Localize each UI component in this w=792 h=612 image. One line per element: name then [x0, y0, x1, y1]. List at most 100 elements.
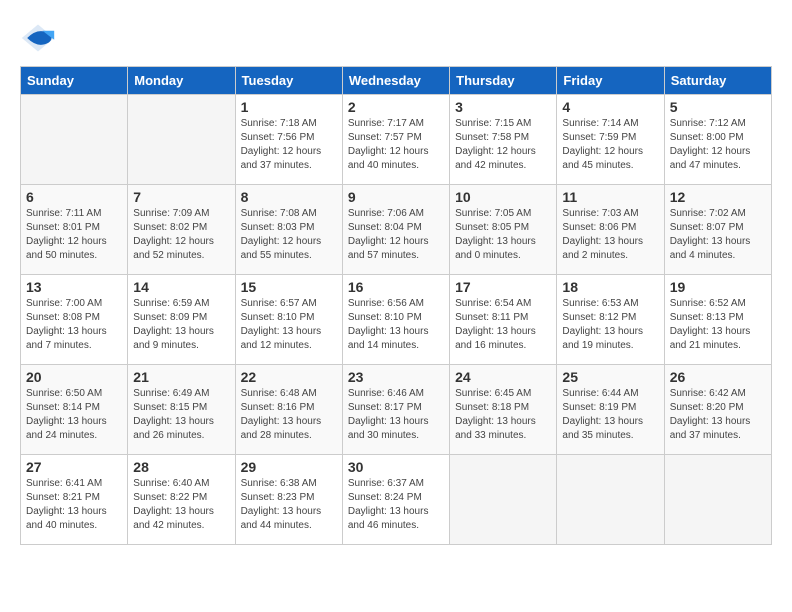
day-info: Sunrise: 7:08 AM Sunset: 8:03 PM Dayligh… [241, 207, 337, 263]
day-info: Sunrise: 7:14 AM Sunset: 7:59 PM Dayligh… [562, 117, 658, 173]
calendar-cell: 4 Sunrise: 7:14 AM Sunset: 7:59 PM Daylig… [557, 95, 664, 185]
day-info: Sunrise: 7:12 AM Sunset: 8:00 PM Dayligh… [670, 117, 766, 173]
calendar-cell: 23 Sunrise: 6:46 AM Sunset: 8:17 PM Dayli… [342, 365, 449, 455]
day-number: 2 [348, 99, 444, 115]
calendar-cell: 24 Sunrise: 6:45 AM Sunset: 8:18 PM Dayli… [450, 365, 557, 455]
weekday-header-monday: Monday [128, 67, 235, 95]
day-number: 27 [26, 459, 122, 475]
day-number: 28 [133, 459, 229, 475]
weekday-header-sunday: Sunday [21, 67, 128, 95]
day-number: 7 [133, 189, 229, 205]
day-number: 15 [241, 279, 337, 295]
day-info: Sunrise: 6:38 AM Sunset: 8:23 PM Dayligh… [241, 477, 337, 533]
day-number: 9 [348, 189, 444, 205]
calendar-cell: 3 Sunrise: 7:15 AM Sunset: 7:58 PM Daylig… [450, 95, 557, 185]
day-info: Sunrise: 6:40 AM Sunset: 8:22 PM Dayligh… [133, 477, 229, 533]
calendar-cell [21, 95, 128, 185]
day-info: Sunrise: 7:03 AM Sunset: 8:06 PM Dayligh… [562, 207, 658, 263]
day-number: 17 [455, 279, 551, 295]
calendar-cell: 28 Sunrise: 6:40 AM Sunset: 8:22 PM Dayli… [128, 455, 235, 545]
calendar-cell [450, 455, 557, 545]
day-info: Sunrise: 7:15 AM Sunset: 7:58 PM Dayligh… [455, 117, 551, 173]
day-number: 30 [348, 459, 444, 475]
calendar-cell: 13 Sunrise: 7:00 AM Sunset: 8:08 PM Dayli… [21, 275, 128, 365]
calendar-cell: 20 Sunrise: 6:50 AM Sunset: 8:14 PM Dayli… [21, 365, 128, 455]
calendar-cell: 2 Sunrise: 7:17 AM Sunset: 7:57 PM Daylig… [342, 95, 449, 185]
calendar-cell: 26 Sunrise: 6:42 AM Sunset: 8:20 PM Dayli… [664, 365, 771, 455]
logo-icon [20, 20, 56, 56]
calendar-cell: 16 Sunrise: 6:56 AM Sunset: 8:10 PM Dayli… [342, 275, 449, 365]
calendar-week-row: 20 Sunrise: 6:50 AM Sunset: 8:14 PM Dayli… [21, 365, 772, 455]
calendar-cell: 18 Sunrise: 6:53 AM Sunset: 8:12 PM Dayli… [557, 275, 664, 365]
weekday-header-row: SundayMondayTuesdayWednesdayThursdayFrid… [21, 67, 772, 95]
day-info: Sunrise: 6:53 AM Sunset: 8:12 PM Dayligh… [562, 297, 658, 353]
calendar-week-row: 6 Sunrise: 7:11 AM Sunset: 8:01 PM Daylig… [21, 185, 772, 275]
weekday-header-wednesday: Wednesday [342, 67, 449, 95]
day-info: Sunrise: 6:59 AM Sunset: 8:09 PM Dayligh… [133, 297, 229, 353]
calendar-cell: 12 Sunrise: 7:02 AM Sunset: 8:07 PM Dayli… [664, 185, 771, 275]
day-info: Sunrise: 6:57 AM Sunset: 8:10 PM Dayligh… [241, 297, 337, 353]
weekday-header-friday: Friday [557, 67, 664, 95]
calendar-week-row: 13 Sunrise: 7:00 AM Sunset: 8:08 PM Dayli… [21, 275, 772, 365]
calendar-cell: 22 Sunrise: 6:48 AM Sunset: 8:16 PM Dayli… [235, 365, 342, 455]
page-header [20, 20, 772, 56]
day-number: 4 [562, 99, 658, 115]
day-info: Sunrise: 7:05 AM Sunset: 8:05 PM Dayligh… [455, 207, 551, 263]
day-info: Sunrise: 6:46 AM Sunset: 8:17 PM Dayligh… [348, 387, 444, 443]
weekday-header-thursday: Thursday [450, 67, 557, 95]
day-info: Sunrise: 7:17 AM Sunset: 7:57 PM Dayligh… [348, 117, 444, 173]
calendar-week-row: 27 Sunrise: 6:41 AM Sunset: 8:21 PM Dayli… [21, 455, 772, 545]
day-number: 21 [133, 369, 229, 385]
calendar-cell: 7 Sunrise: 7:09 AM Sunset: 8:02 PM Daylig… [128, 185, 235, 275]
day-number: 6 [26, 189, 122, 205]
day-info: Sunrise: 6:56 AM Sunset: 8:10 PM Dayligh… [348, 297, 444, 353]
weekday-header-saturday: Saturday [664, 67, 771, 95]
day-info: Sunrise: 7:09 AM Sunset: 8:02 PM Dayligh… [133, 207, 229, 263]
day-number: 20 [26, 369, 122, 385]
calendar-cell [557, 455, 664, 545]
day-number: 5 [670, 99, 766, 115]
calendar-week-row: 1 Sunrise: 7:18 AM Sunset: 7:56 PM Daylig… [21, 95, 772, 185]
day-number: 22 [241, 369, 337, 385]
day-number: 12 [670, 189, 766, 205]
day-number: 1 [241, 99, 337, 115]
day-number: 18 [562, 279, 658, 295]
day-info: Sunrise: 6:49 AM Sunset: 8:15 PM Dayligh… [133, 387, 229, 443]
day-info: Sunrise: 6:52 AM Sunset: 8:13 PM Dayligh… [670, 297, 766, 353]
calendar-cell: 1 Sunrise: 7:18 AM Sunset: 7:56 PM Daylig… [235, 95, 342, 185]
day-number: 13 [26, 279, 122, 295]
calendar-cell: 8 Sunrise: 7:08 AM Sunset: 8:03 PM Daylig… [235, 185, 342, 275]
day-info: Sunrise: 6:50 AM Sunset: 8:14 PM Dayligh… [26, 387, 122, 443]
calendar-cell: 6 Sunrise: 7:11 AM Sunset: 8:01 PM Daylig… [21, 185, 128, 275]
day-info: Sunrise: 6:42 AM Sunset: 8:20 PM Dayligh… [670, 387, 766, 443]
day-number: 10 [455, 189, 551, 205]
calendar-cell: 15 Sunrise: 6:57 AM Sunset: 8:10 PM Dayli… [235, 275, 342, 365]
day-number: 8 [241, 189, 337, 205]
day-info: Sunrise: 7:11 AM Sunset: 8:01 PM Dayligh… [26, 207, 122, 263]
day-number: 19 [670, 279, 766, 295]
day-number: 24 [455, 369, 551, 385]
calendar-cell [664, 455, 771, 545]
day-number: 29 [241, 459, 337, 475]
day-info: Sunrise: 6:54 AM Sunset: 8:11 PM Dayligh… [455, 297, 551, 353]
day-info: Sunrise: 7:02 AM Sunset: 8:07 PM Dayligh… [670, 207, 766, 263]
weekday-header-tuesday: Tuesday [235, 67, 342, 95]
calendar-cell [128, 95, 235, 185]
calendar-cell: 5 Sunrise: 7:12 AM Sunset: 8:00 PM Daylig… [664, 95, 771, 185]
day-info: Sunrise: 6:41 AM Sunset: 8:21 PM Dayligh… [26, 477, 122, 533]
day-number: 16 [348, 279, 444, 295]
day-info: Sunrise: 7:18 AM Sunset: 7:56 PM Dayligh… [241, 117, 337, 173]
calendar-cell: 14Sunrise: 6:59 AM Sunset: 8:09 PM Dayli… [128, 275, 235, 365]
calendar-cell: 21 Sunrise: 6:49 AM Sunset: 8:15 PM Dayli… [128, 365, 235, 455]
day-number: 23 [348, 369, 444, 385]
day-info: Sunrise: 6:45 AM Sunset: 8:18 PM Dayligh… [455, 387, 551, 443]
calendar-cell: 17 Sunrise: 6:54 AM Sunset: 8:11 PM Dayli… [450, 275, 557, 365]
calendar-cell: 19 Sunrise: 6:52 AM Sunset: 8:13 PM Dayli… [664, 275, 771, 365]
calendar-cell: 27 Sunrise: 6:41 AM Sunset: 8:21 PM Dayli… [21, 455, 128, 545]
day-number: 3 [455, 99, 551, 115]
day-info: Sunrise: 6:48 AM Sunset: 8:16 PM Dayligh… [241, 387, 337, 443]
day-info: Sunrise: 7:00 AM Sunset: 8:08 PM Dayligh… [26, 297, 122, 353]
day-info: Sunrise: 6:44 AM Sunset: 8:19 PM Dayligh… [562, 387, 658, 443]
calendar-cell: 9Sunrise: 7:06 AM Sunset: 8:04 PM Daylig… [342, 185, 449, 275]
day-number: 26 [670, 369, 766, 385]
